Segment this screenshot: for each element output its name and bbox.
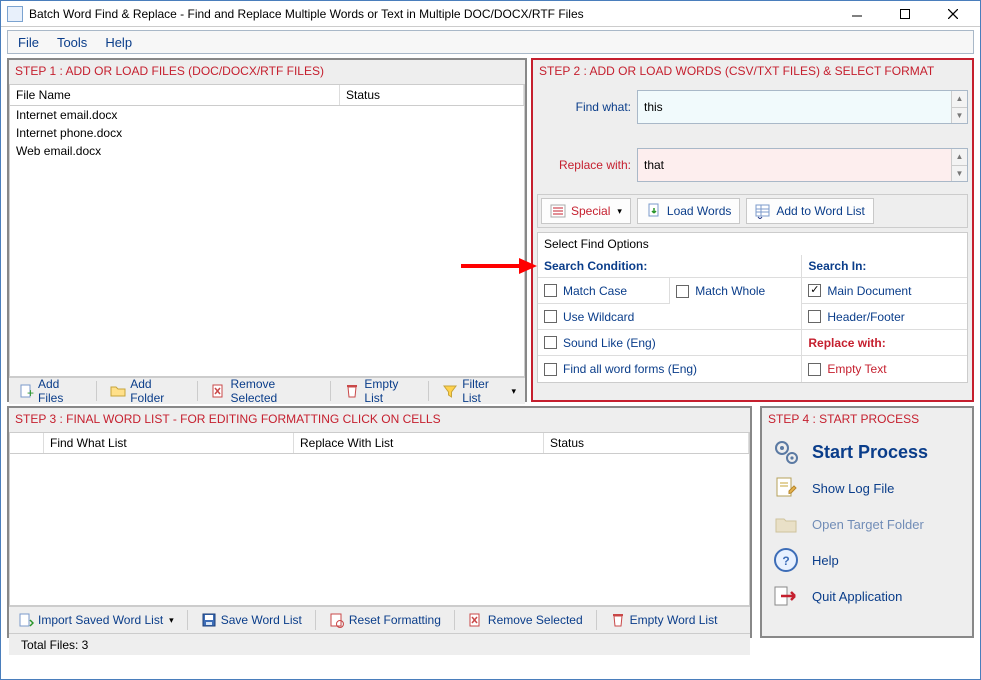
header-footer-option[interactable]: Header/Footer bbox=[802, 304, 967, 330]
col-find-what[interactable]: Find What List bbox=[44, 433, 294, 453]
step1-toolbar: + Add Files Add Folder bbox=[9, 377, 525, 404]
step2-title: STEP 2 : ADD OR LOAD WORDS (CSV/TXT FILE… bbox=[533, 60, 972, 84]
floppy-icon bbox=[201, 612, 217, 628]
step4-title: STEP 4 : START PROCESS bbox=[762, 408, 972, 432]
search-condition-head: Search Condition: bbox=[538, 255, 801, 278]
folder-plus-icon bbox=[110, 383, 126, 399]
add-to-word-list-button[interactable]: Add to Word List bbox=[746, 198, 874, 224]
window-controls bbox=[842, 5, 974, 23]
find-options-section: Select Find Options Search Condition: Ma… bbox=[537, 232, 968, 383]
menu-bar: File Tools Help bbox=[7, 30, 974, 54]
step3-title: STEP 3 : FINAL WORD LIST - FOR EDITING F… bbox=[9, 408, 750, 432]
app-icon bbox=[7, 6, 23, 22]
spinner[interactable]: ▲▼ bbox=[951, 149, 967, 181]
empty-list-button[interactable]: Empty List bbox=[337, 380, 422, 402]
total-files-label: Total Files: 3 bbox=[21, 638, 88, 652]
find-what-input[interactable] bbox=[637, 90, 968, 124]
step1-pane: STEP 1 : ADD OR LOAD FILES (DOC/DOCX/RTF… bbox=[7, 58, 527, 402]
import-word-list-button[interactable]: Import Saved Word List ▾ bbox=[11, 609, 181, 631]
step2-pane: STEP 2 : ADD OR LOAD WORDS (CSV/TXT FILE… bbox=[531, 58, 974, 402]
page-reset-icon bbox=[329, 612, 345, 628]
app-window: Batch Word Find & Replace - Find and Rep… bbox=[0, 0, 981, 680]
content-area: STEP 1 : ADD OR LOAD FILES (DOC/DOCX/RTF… bbox=[1, 56, 980, 644]
help-icon: ? bbox=[772, 546, 800, 574]
close-button[interactable] bbox=[938, 5, 968, 23]
svg-text:+: + bbox=[27, 386, 34, 399]
col-replace-with[interactable]: Replace With List bbox=[294, 433, 544, 453]
find-options-title: Select Find Options bbox=[538, 233, 967, 255]
step1-file-list[interactable]: Internet email.docx Internet phone.docx … bbox=[9, 106, 525, 377]
list-item[interactable]: Internet phone.docx bbox=[10, 124, 524, 142]
step3-table-header: Find What List Replace With List Status bbox=[9, 432, 750, 454]
lines-red-icon bbox=[550, 203, 566, 219]
list-item[interactable]: Web email.docx bbox=[10, 142, 524, 160]
step2-toolbar: Special ▾ Load Words Add to Word List bbox=[537, 194, 968, 228]
step3-pane: STEP 3 : FINAL WORD LIST - FOR EDITING F… bbox=[7, 406, 752, 638]
dropdown-caret-icon: ▾ bbox=[169, 615, 174, 626]
table-add-icon bbox=[755, 203, 771, 219]
page-download-icon bbox=[646, 203, 662, 219]
menu-file[interactable]: File bbox=[18, 35, 39, 50]
exit-arrow-icon bbox=[772, 582, 800, 610]
reset-formatting-button[interactable]: Reset Formatting bbox=[322, 609, 448, 631]
main-document-option[interactable]: Main Document bbox=[802, 278, 967, 304]
step1-title: STEP 1 : ADD OR LOAD FILES (DOC/DOCX/RTF… bbox=[9, 60, 525, 84]
gears-icon bbox=[772, 438, 800, 466]
maximize-button[interactable] bbox=[890, 5, 920, 23]
col-status[interactable]: Status bbox=[544, 433, 749, 453]
page-plus-icon: + bbox=[18, 383, 34, 399]
replace-with-head: Replace with: bbox=[808, 336, 885, 350]
replace-with-input[interactable] bbox=[637, 148, 968, 182]
match-whole-option[interactable]: Match Whole bbox=[670, 278, 801, 304]
funnel-icon bbox=[442, 383, 458, 399]
add-folder-button[interactable]: Add Folder bbox=[103, 380, 190, 402]
find-what-label: Find what: bbox=[537, 100, 637, 114]
dropdown-caret-icon: ▾ bbox=[512, 386, 517, 397]
step3-toolbar: Import Saved Word List ▾ Save Word List … bbox=[9, 606, 750, 633]
start-process-button[interactable]: Start Process bbox=[768, 434, 966, 470]
special-button[interactable]: Special ▾ bbox=[541, 198, 631, 224]
page-x-icon bbox=[211, 383, 227, 399]
window-title: Batch Word Find & Replace - Find and Rep… bbox=[29, 7, 842, 21]
load-words-button[interactable]: Load Words bbox=[637, 198, 740, 224]
replace-with-label: Replace with: bbox=[537, 158, 637, 172]
col-status[interactable]: Status bbox=[340, 85, 524, 105]
use-wildcard-option[interactable]: Use Wildcard bbox=[538, 304, 801, 330]
add-files-button[interactable]: + Add Files bbox=[11, 380, 90, 402]
remove-selected-button[interactable]: Remove Selected bbox=[204, 380, 325, 402]
show-log-button[interactable]: Show Log File bbox=[768, 470, 966, 506]
empty-word-list-button[interactable]: Empty Word List bbox=[603, 609, 725, 631]
filter-list-button[interactable]: Filter List ▾ bbox=[435, 380, 523, 402]
title-bar: Batch Word Find & Replace - Find and Rep… bbox=[1, 1, 980, 27]
folder-open-icon bbox=[772, 510, 800, 538]
sound-like-option[interactable]: Sound Like (Eng) bbox=[538, 330, 801, 356]
page-pencil-icon bbox=[772, 474, 800, 502]
empty-text-option[interactable]: Empty Text bbox=[802, 356, 967, 382]
spinner[interactable]: ▲▼ bbox=[951, 91, 967, 123]
step3-word-list[interactable] bbox=[9, 454, 750, 606]
menu-tools[interactable]: Tools bbox=[57, 35, 87, 50]
status-footer: Total Files: 3 bbox=[9, 633, 750, 655]
minimize-button[interactable] bbox=[842, 5, 872, 23]
remove-selected-button[interactable]: Remove Selected bbox=[461, 609, 590, 631]
quit-button[interactable]: Quit Application bbox=[768, 578, 966, 614]
svg-text:?: ? bbox=[782, 554, 789, 568]
trash-icon bbox=[610, 612, 626, 628]
dropdown-caret-icon: ▾ bbox=[617, 206, 622, 217]
find-all-forms-option[interactable]: Find all word forms (Eng) bbox=[538, 356, 801, 382]
step1-table-header: File Name Status bbox=[9, 84, 525, 106]
col-file-name[interactable]: File Name bbox=[10, 85, 340, 105]
menu-help[interactable]: Help bbox=[105, 35, 132, 50]
step4-pane: STEP 4 : START PROCESS Start Process Sho… bbox=[760, 406, 974, 638]
match-case-option[interactable]: Match Case bbox=[538, 278, 670, 304]
help-button[interactable]: ? Help bbox=[768, 542, 966, 578]
save-word-list-button[interactable]: Save Word List bbox=[194, 609, 309, 631]
open-target-folder-button[interactable]: Open Target Folder bbox=[768, 506, 966, 542]
page-x-icon bbox=[468, 612, 484, 628]
list-item[interactable]: Internet email.docx bbox=[10, 106, 524, 124]
page-import-icon bbox=[18, 612, 34, 628]
search-in-head: Search In: bbox=[802, 255, 967, 278]
trash-icon bbox=[344, 383, 360, 399]
col-rownum[interactable] bbox=[10, 433, 44, 453]
